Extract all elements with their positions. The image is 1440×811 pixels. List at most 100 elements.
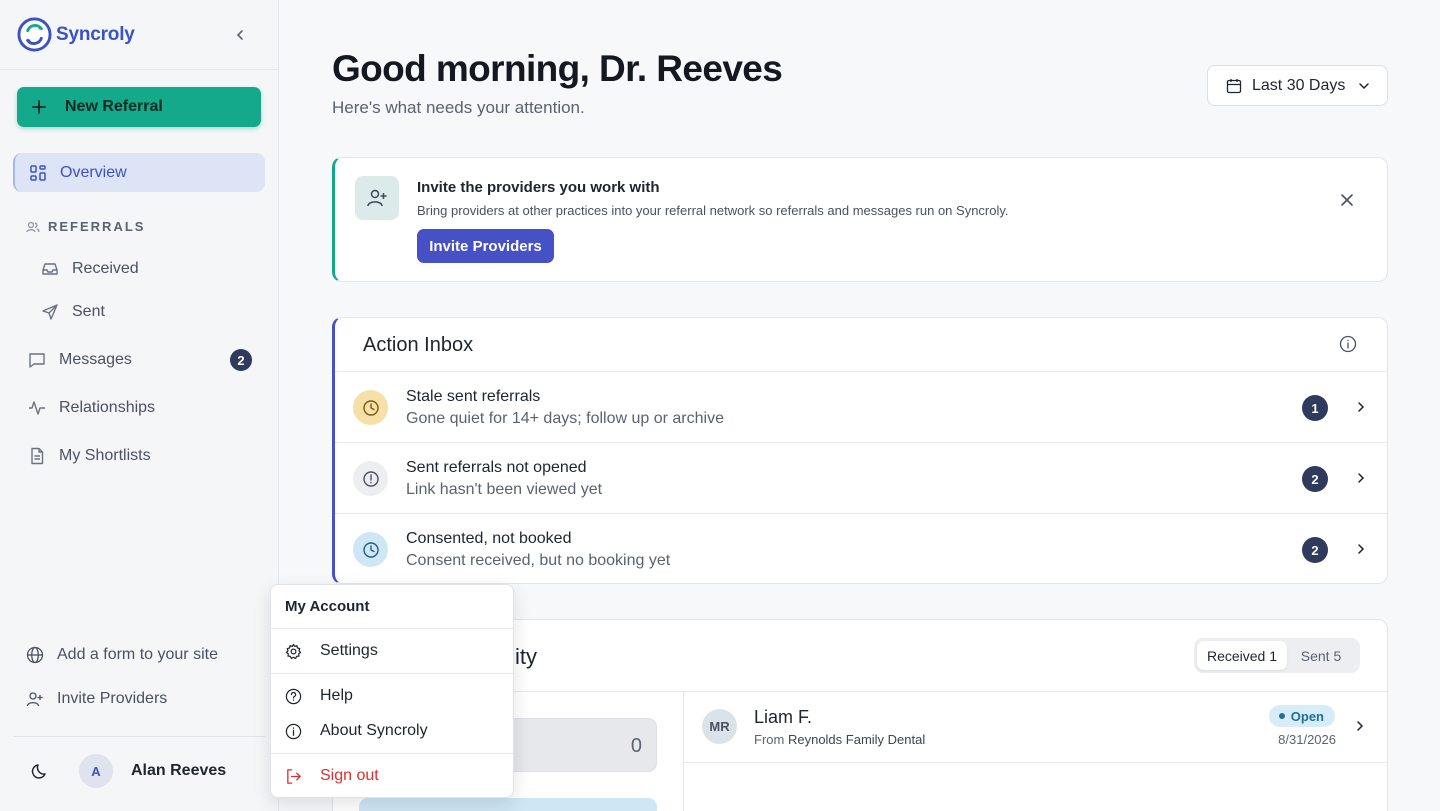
row-title: Stale sent referrals xyxy=(406,388,541,405)
tab-received[interactable]: Received 1 xyxy=(1197,641,1287,670)
sidebar-item-sent[interactable]: Sent xyxy=(41,302,105,322)
sign-out-icon xyxy=(287,768,301,784)
row-count-badge: 2 xyxy=(1302,466,1328,492)
date-range-value: Last 30 Days xyxy=(1252,76,1346,94)
sidebar: Syncroly New Referral Overview REFERRALS… xyxy=(0,0,279,811)
sidebar-item-label: Relationships xyxy=(59,399,156,416)
referral-from-practice: Reynolds Family Dental xyxy=(787,732,926,747)
globe-icon xyxy=(26,646,44,664)
brand-name: Syncroly xyxy=(56,23,135,45)
brand: Syncroly xyxy=(0,0,278,70)
sidebar-item-shortlists[interactable]: My Shortlists xyxy=(28,446,151,466)
menu-item-label: Sign out xyxy=(320,767,379,784)
chevron-left-icon xyxy=(236,30,243,40)
activity-title: ity xyxy=(515,644,537,669)
moon-icon[interactable] xyxy=(31,761,51,781)
row-subtitle: Link hasn't been viewed yet xyxy=(406,481,603,498)
alert-circle-icon xyxy=(362,470,379,487)
menu-item-settings[interactable]: Settings xyxy=(271,636,513,666)
sidebar-item-label: My Shortlists xyxy=(59,447,151,464)
grid-icon xyxy=(30,164,46,181)
chevron-right-icon xyxy=(1358,473,1365,483)
new-referral-label: New Referral xyxy=(65,98,163,115)
menu-divider xyxy=(271,628,513,629)
sidebar-item-label: Invite Providers xyxy=(57,690,168,707)
clock-icon xyxy=(362,399,379,416)
invite-providers-card: Invite the providers you work with Bring… xyxy=(332,157,1388,282)
tab-sent[interactable]: Sent 5 xyxy=(1287,641,1355,670)
sidebar-item-invite-providers[interactable]: Invite Providers xyxy=(26,689,167,709)
action-inbox-card: Action Inbox Stale sent referrals Gone q… xyxy=(332,317,1388,584)
date-range-select[interactable]: Last 30 Days xyxy=(1207,65,1388,106)
activity-segmented-control: Received 1 Sent 5 xyxy=(1194,638,1360,673)
menu-divider xyxy=(271,753,513,754)
clock-icon xyxy=(362,541,379,558)
status-dot xyxy=(1278,713,1285,719)
menu-item-help[interactable]: Help xyxy=(271,681,513,711)
row-title: Consented, not booked xyxy=(406,530,572,547)
referral-from: From Reynolds Family Dental xyxy=(754,732,925,747)
inbox-row-stale-sent[interactable]: Stale sent referrals Gone quiet for 14+ … xyxy=(335,371,1388,442)
new-referral-button[interactable]: New Referral xyxy=(17,87,261,127)
activity-bar xyxy=(359,798,657,811)
row-count-badge: 2 xyxy=(1302,537,1328,563)
chevron-right-icon xyxy=(1358,402,1365,412)
menu-item-about[interactable]: About Syncroly xyxy=(271,716,513,746)
sidebar-item-label: Messages xyxy=(59,351,132,368)
activity-count-value: 0 xyxy=(630,735,642,757)
sidebar-divider xyxy=(13,736,265,737)
sidebar-item-label: Sent xyxy=(72,303,105,320)
sidebar-item-messages[interactable]: Messages xyxy=(28,350,132,370)
inbox-row-consented-not-booked[interactable]: Consented, not booked Consent received, … xyxy=(335,513,1388,584)
status-badge: Open xyxy=(1268,705,1335,727)
sidebar-item-add-form[interactable]: Add a form to your site xyxy=(26,645,218,665)
collapse-sidebar-button[interactable] xyxy=(230,25,250,45)
user-name[interactable]: Alan Reeves xyxy=(131,762,226,780)
help-circle-icon xyxy=(285,688,302,704)
send-icon xyxy=(42,304,58,320)
activity-icon xyxy=(29,401,45,415)
row-title: Sent referrals not opened xyxy=(406,459,587,476)
chevron-right-icon xyxy=(1358,544,1365,554)
menu-item-label: About Syncroly xyxy=(320,722,428,739)
document-icon xyxy=(31,447,44,465)
action-inbox-title: Action Inbox xyxy=(363,334,474,356)
sidebar-item-relationships[interactable]: Relationships xyxy=(28,398,155,418)
invite-card-icon xyxy=(355,176,399,220)
referral-row[interactable]: MR Liam F. From Reynolds Family Dental O… xyxy=(684,692,1387,763)
page-subtitle: Here's what needs your attention. xyxy=(332,98,585,117)
invite-providers-button[interactable]: Invite Providers xyxy=(417,229,554,263)
referral-patient-name: Liam F. xyxy=(754,707,813,727)
menu-divider xyxy=(271,673,513,674)
invite-card-description: Bring providers at other practices into … xyxy=(417,203,1009,218)
user-plus-icon xyxy=(367,189,387,207)
inbox-row-not-opened[interactable]: Sent referrals not opened Link hasn't be… xyxy=(335,442,1388,513)
status-label: Open xyxy=(1290,708,1324,724)
users-icon xyxy=(26,221,40,232)
invite-card-title: Invite the providers you work with xyxy=(417,179,660,196)
row-icon xyxy=(353,532,388,567)
referral-from-label: From xyxy=(754,732,785,747)
info-icon[interactable] xyxy=(1339,335,1357,353)
sidebar-item-overview[interactable]: Overview xyxy=(13,153,265,192)
page-title: Good morning, Dr. Reeves xyxy=(332,48,783,89)
sidebar-item-received[interactable]: Received xyxy=(41,259,139,279)
menu-item-label: Help xyxy=(320,687,353,704)
menu-item-sign-out[interactable]: Sign out xyxy=(271,761,513,791)
sidebar-item-label: Add a form to your site xyxy=(57,646,218,663)
close-icon[interactable] xyxy=(1339,192,1355,208)
avatar[interactable]: A xyxy=(79,754,113,788)
sidebar-item-label: Received xyxy=(72,260,139,277)
inbox-icon xyxy=(42,263,58,275)
section-header-label: REFERRALS xyxy=(48,219,146,234)
row-icon xyxy=(353,390,388,425)
gear-icon xyxy=(285,643,302,659)
chevron-right-icon xyxy=(1357,721,1364,731)
user-plus-icon xyxy=(26,692,43,707)
row-subtitle: Consent received, but no booking yet xyxy=(406,552,671,569)
referral-avatar: MR xyxy=(702,709,737,744)
chevron-down-icon xyxy=(1359,82,1370,89)
row-icon xyxy=(353,461,388,496)
referral-date: 8/31/2026 xyxy=(1278,732,1336,747)
row-subtitle: Gone quiet for 14+ days; follow up or ar… xyxy=(406,410,724,427)
